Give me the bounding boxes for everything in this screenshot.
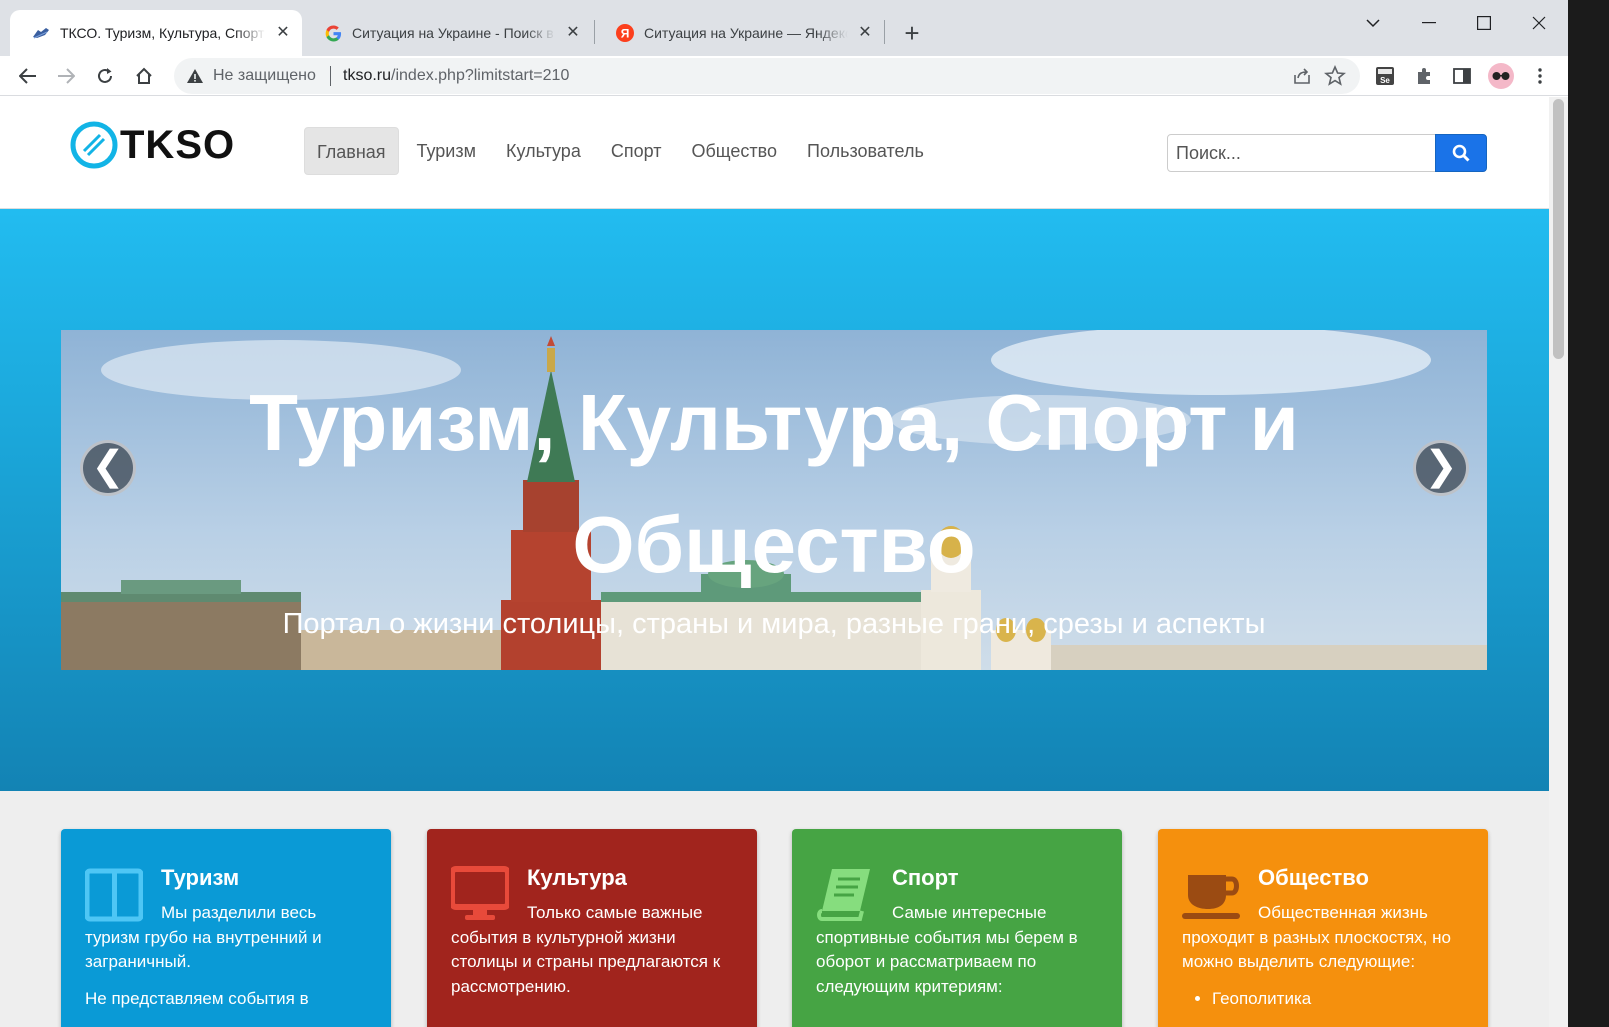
- site-header: TKSO Главная Туризм Культура Спорт Общес…: [0, 97, 1549, 209]
- hero-section: Туризм, Культура, Спорт и Общество Порта…: [0, 209, 1549, 791]
- address-bar[interactable]: Не защищено tkso.ru/index.php?limitstart…: [174, 58, 1360, 94]
- tab-google[interactable]: Ситуация на Украине - Поиск в Google ✕: [302, 10, 592, 56]
- omnibox-divider: [330, 66, 331, 86]
- extensions-puzzle-icon[interactable]: [1408, 60, 1440, 92]
- close-icon[interactable]: ✕: [274, 24, 292, 42]
- home-icon[interactable]: [128, 60, 160, 92]
- feature-text: Самые интересные спортивные события мы б…: [816, 903, 1078, 996]
- side-panel-icon[interactable]: [1446, 60, 1478, 92]
- search-input[interactable]: [1167, 134, 1436, 172]
- feature-title: Культура: [527, 865, 627, 890]
- nav-item-user[interactable]: Пользователь: [795, 127, 936, 175]
- tab-strip: ТКСО. Туризм, Культура, Спорт и Общество…: [0, 0, 1568, 56]
- carousel-next-button[interactable]: ❯: [1413, 440, 1469, 496]
- scrollbar-thumb[interactable]: [1553, 99, 1564, 359]
- feature-card-culture[interactable]: Культура Только самые важные события в к…: [427, 829, 757, 1027]
- page-scrollbar[interactable]: [1549, 97, 1568, 1027]
- tab-separator: [884, 20, 885, 44]
- nav-item-society[interactable]: Общество: [679, 127, 789, 175]
- new-tab-button[interactable]: +: [898, 20, 926, 48]
- tab-title: Ситуация на Украине — Яндекс: [644, 25, 848, 41]
- bookmark-star-icon[interactable]: [1324, 65, 1346, 87]
- hero-title: Туризм, Культура, Спорт и Общество: [249, 378, 1299, 589]
- carousel-prev-button[interactable]: ❮: [80, 440, 136, 496]
- svg-text:Я: Я: [621, 27, 630, 41]
- search-icon: [1452, 144, 1470, 162]
- share-icon[interactable]: [1292, 66, 1312, 86]
- selenium-extension-icon[interactable]: Se: [1369, 60, 1401, 92]
- feature-text: Общественная жизнь проходит в разных пло…: [1182, 903, 1451, 971]
- tab-yandex[interactable]: Я Ситуация на Украине — Яндекс ✕: [594, 10, 884, 56]
- maximize-icon[interactable]: [1469, 8, 1499, 38]
- back-icon[interactable]: [12, 60, 44, 92]
- nav-item-home[interactable]: Главная: [304, 127, 399, 175]
- close-window-icon[interactable]: [1524, 8, 1554, 38]
- logo-text: TKSO: [120, 122, 236, 167]
- feature-text: Мы разделили весь туризм грубо на внутре…: [85, 903, 322, 971]
- shoe-icon: [32, 24, 50, 42]
- browser-toolbar: Не защищено tkso.ru/index.php?limitstart…: [0, 56, 1568, 96]
- nav-item-culture[interactable]: Культура: [494, 127, 593, 175]
- main-nav: Главная Туризм Культура Спорт Общество П…: [304, 127, 942, 175]
- nav-item-tourism[interactable]: Туризм: [405, 127, 488, 175]
- google-icon: [324, 24, 342, 42]
- carousel-slide: Туризм, Культура, Спорт и Общество Порта…: [61, 330, 1487, 670]
- feature-cards: Туризм Мы разделили весь туризм грубо на…: [0, 791, 1549, 1027]
- page-viewport: TKSO Главная Туризм Культура Спорт Общес…: [0, 97, 1549, 1027]
- search-button[interactable]: [1435, 134, 1487, 172]
- feature-title: Туризм: [161, 865, 240, 890]
- svg-text:Se: Se: [1380, 76, 1390, 85]
- minimize-icon[interactable]: [1414, 8, 1444, 38]
- browser-window: ТКСО. Туризм, Культура, Спорт и Общество…: [0, 0, 1568, 1027]
- close-icon[interactable]: ✕: [856, 24, 874, 42]
- tab-title: Ситуация на Украине - Поиск в Google: [352, 25, 556, 41]
- feature-card-tourism[interactable]: Туризм Мы разделили весь туризм грубо на…: [61, 829, 391, 1027]
- nav-item-sport[interactable]: Спорт: [599, 127, 674, 175]
- yandex-icon: Я: [616, 24, 634, 42]
- menu-dots-icon[interactable]: [1524, 60, 1556, 92]
- feature-text: Только самые важные события в культурной…: [451, 903, 721, 996]
- warning-icon[interactable]: [186, 67, 204, 85]
- feature-title: Спорт: [892, 865, 959, 890]
- tab-search-icon[interactable]: [1358, 8, 1388, 38]
- forward-icon[interactable]: [50, 60, 82, 92]
- feature-card-society[interactable]: Общество Общественная жизнь проходит в р…: [1158, 829, 1488, 1027]
- site-logo[interactable]: TKSO: [70, 119, 235, 171]
- profile-avatar[interactable]: [1485, 60, 1517, 92]
- hero-subtitle: Портал о жизни столицы, страны и мира, р…: [282, 608, 1266, 640]
- list-item: Геополитика: [1212, 987, 1311, 1012]
- security-label[interactable]: Не защищено: [213, 67, 316, 85]
- tab-tkso[interactable]: ТКСО. Туризм, Культура, Спорт и Общество…: [10, 10, 302, 56]
- feature-text-more: Не представляем события в: [85, 989, 309, 1008]
- feature-list: Геополитика: [1212, 987, 1311, 1012]
- site-search: [1167, 134, 1487, 172]
- reload-icon[interactable]: [89, 60, 121, 92]
- logo-mark-icon: [70, 121, 118, 169]
- feature-card-sport[interactable]: Спорт Самые интересные спортивные событи…: [792, 829, 1122, 1027]
- url-text[interactable]: tkso.ru/index.php?limitstart=210: [343, 67, 569, 85]
- feature-title: Общество: [1258, 865, 1369, 890]
- close-icon[interactable]: ✕: [564, 24, 582, 42]
- tab-title: ТКСО. Туризм, Культура, Спорт и Общество: [60, 25, 266, 41]
